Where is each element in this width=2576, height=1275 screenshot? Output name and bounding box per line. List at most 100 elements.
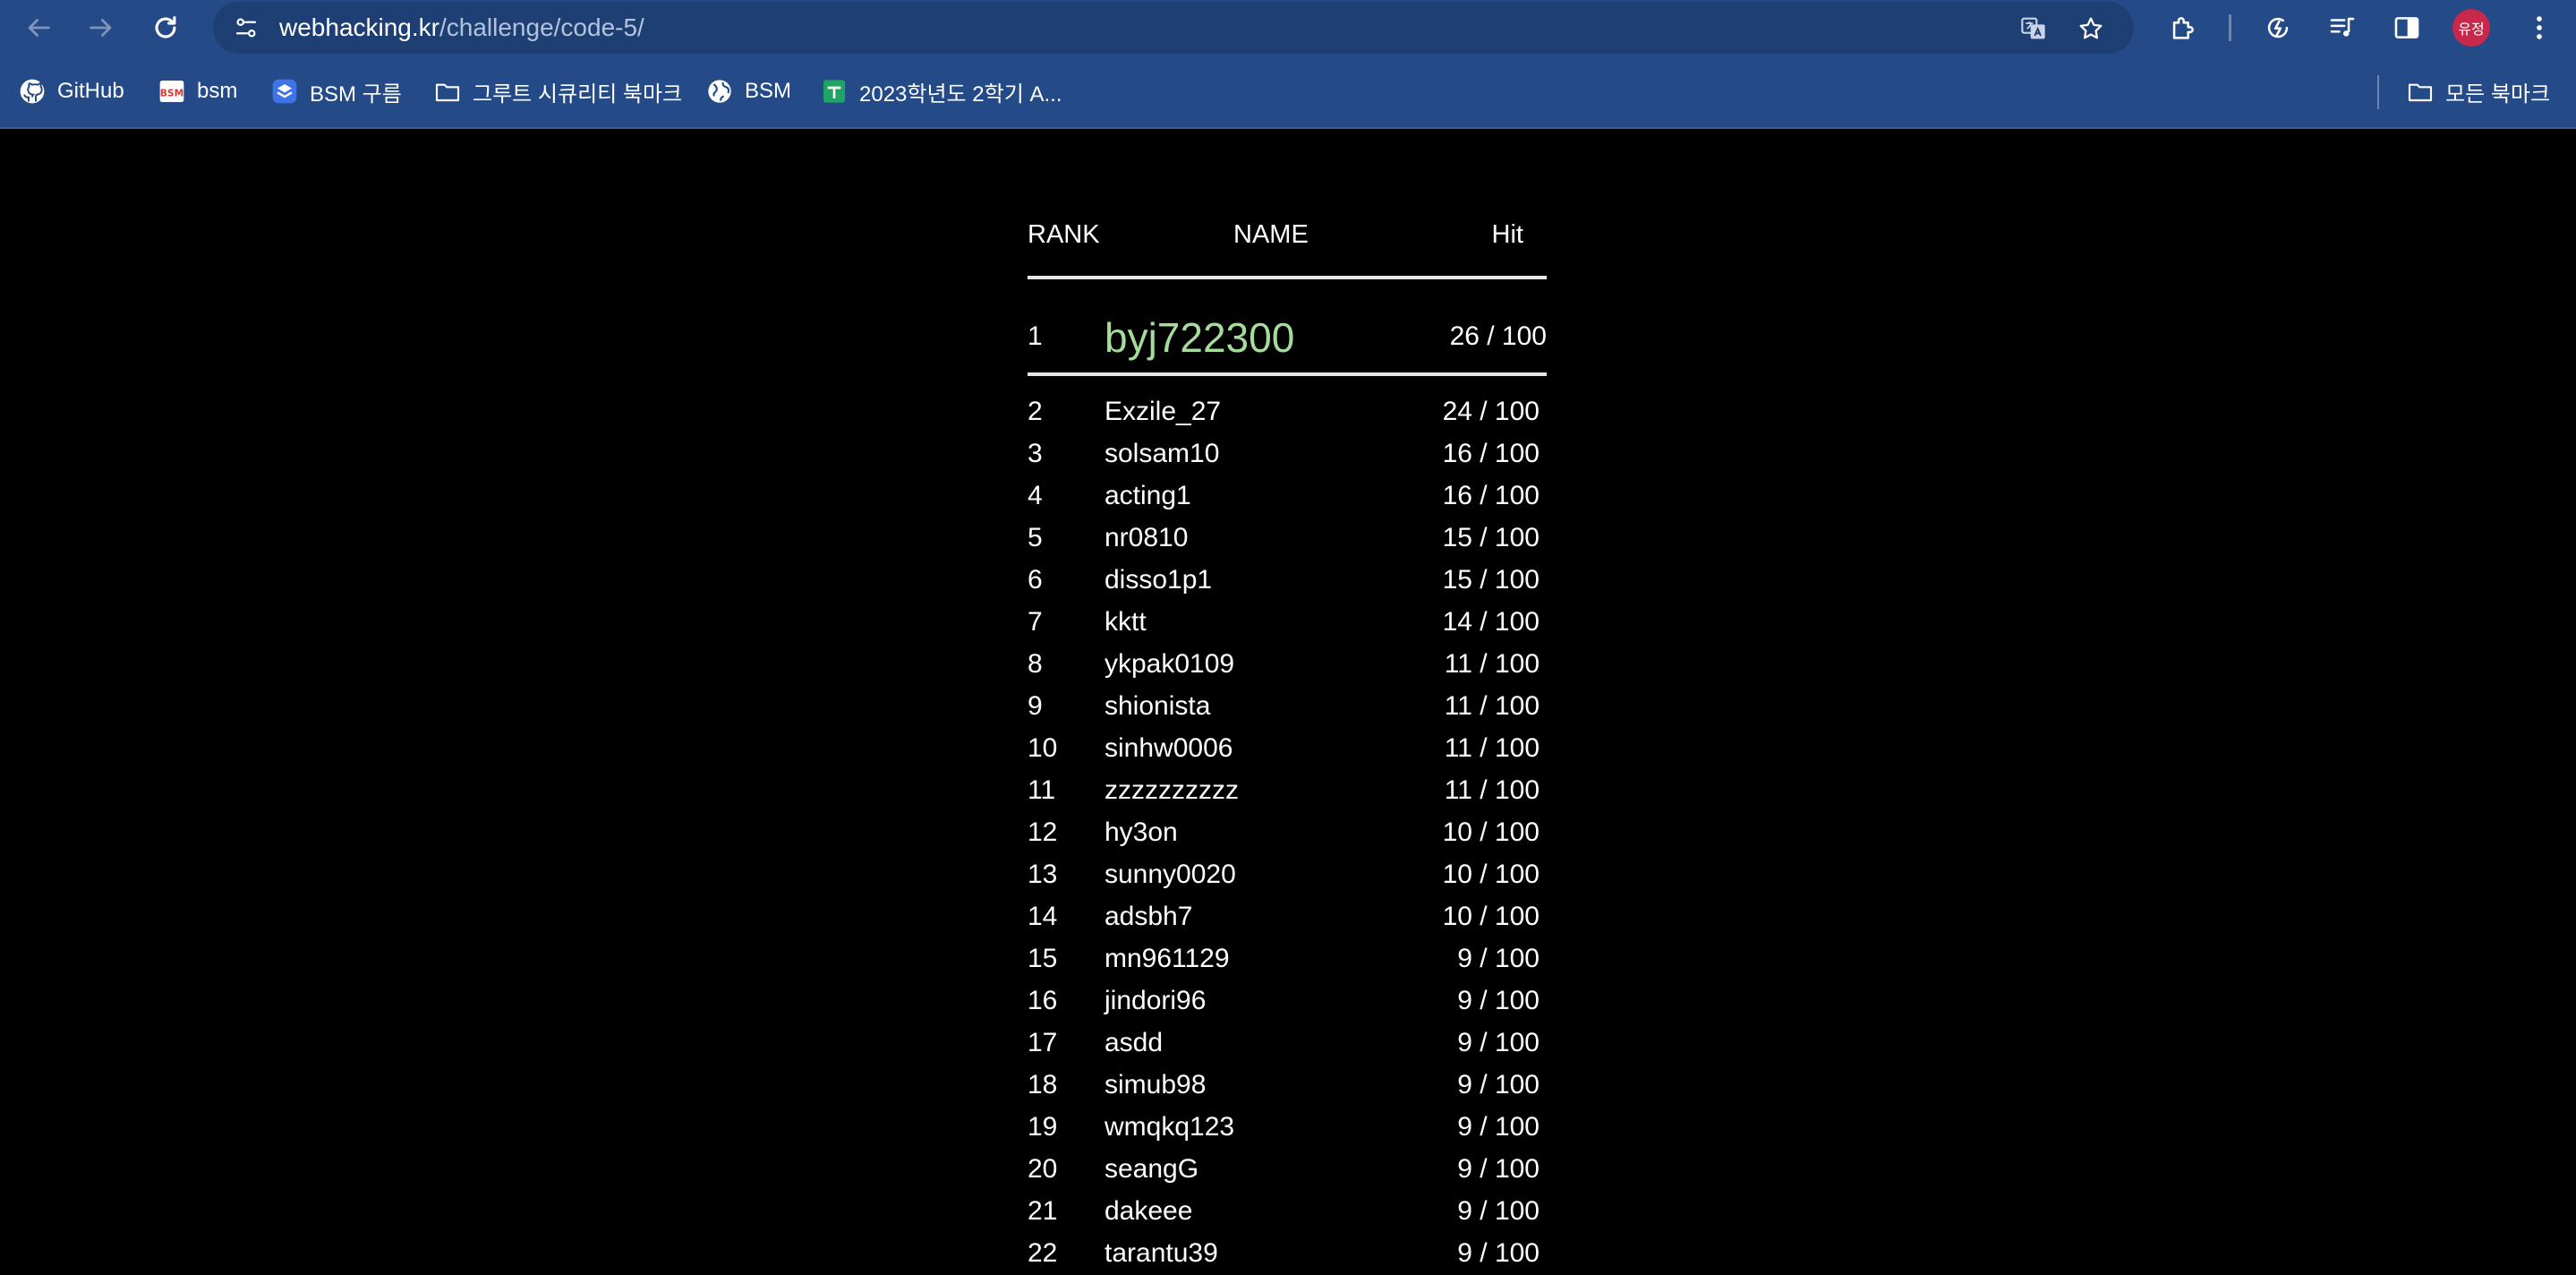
name-cell: Exzile_27 — [1105, 397, 1222, 426]
media-controls-button[interactable] — [2324, 9, 2361, 47]
browser-menu-button[interactable] — [2521, 9, 2558, 47]
hit-cell: 11 / 100 — [1444, 733, 1540, 763]
performance-button[interactable] — [2259, 9, 2297, 47]
goorm-icon — [270, 77, 299, 106]
hit-cell: 11 / 100 — [1444, 775, 1540, 805]
browser-toolbar: webhacking.kr/challenge/code-5/ 유정 — [0, 0, 2576, 56]
page-content: RANK NAME Hit 1 byj722300 26 / 100 2 Exzi… — [0, 129, 2576, 1275]
bookmark-bsm-lower[interactable]: BSM bsm — [158, 75, 237, 107]
table-row: 3 solsam10 16 / 100 — [1028, 432, 1547, 475]
table-row: 10 sinhw0006 11 / 100 — [1028, 727, 1547, 769]
table-row: 7 kktt 14 / 100 — [1028, 601, 1547, 643]
more-vertical-icon — [2537, 16, 2542, 39]
top-rank-row: 1 byj722300 26 / 100 — [1028, 278, 1547, 376]
hit-cell: 9 / 100 — [1457, 1238, 1540, 1268]
url-path: /challenge/code-5/ — [439, 13, 644, 41]
name-cell: kktt — [1105, 607, 1147, 637]
bookmark-github[interactable]: GitHub — [18, 75, 124, 107]
playlist-icon — [2330, 17, 2355, 37]
rank-cell: 21 — [1028, 1196, 1058, 1226]
name-cell: mn961129 — [1105, 944, 1230, 973]
hit-cell: 16 / 100 — [1442, 481, 1540, 510]
hit-cell: 10 / 100 — [1442, 902, 1540, 931]
folder-icon — [433, 77, 462, 106]
translate-icon — [2021, 17, 2045, 39]
rank-cell: 16 — [1028, 986, 1058, 1015]
site-info-button[interactable] — [227, 9, 265, 47]
bsm-favicon-icon: BSM — [158, 77, 186, 106]
bookmarks-separator — [2377, 75, 2379, 109]
bookmark-star-button[interactable] — [2073, 11, 2109, 47]
rank-cell: 10 — [1028, 733, 1058, 763]
rank-cell: 4 — [1028, 481, 1043, 510]
bookmark-bsm-upper[interactable]: BSM — [705, 75, 791, 107]
bookmark-label: BSM 구름 — [310, 81, 402, 107]
ranking-rows: 2 Exzile_27 24 / 100 3 solsam10 16 / 100 4 acti… — [1028, 374, 1547, 1274]
arrow-right-icon — [90, 19, 112, 37]
hit-cell: 10 / 100 — [1442, 817, 1540, 847]
header-hit: Hit — [1491, 220, 1523, 249]
name-cell: sunny0020 — [1105, 860, 1236, 889]
extensions-button[interactable] — [2164, 9, 2202, 47]
hit-cell: 15 / 100 — [1442, 523, 1540, 552]
tune-icon — [235, 18, 257, 38]
bookmark-sheet-2023[interactable]: 2023학년도 2학기 A... — [820, 75, 1062, 107]
reload-button[interactable] — [145, 7, 186, 48]
translate-button[interactable] — [2016, 11, 2051, 47]
bookmark-label: GitHub — [57, 79, 124, 103]
url-text[interactable]: webhacking.kr/challenge/code-5/ — [279, 13, 644, 42]
back-button[interactable] — [18, 7, 59, 48]
table-row: 16 jindori96 9 / 100 — [1028, 980, 1547, 1022]
table-row: 22 tarantu39 9 / 100 — [1028, 1232, 1547, 1274]
bookmark-label: 2023학년도 2학기 A... — [859, 81, 1062, 107]
svg-text:BSM: BSM — [160, 87, 183, 98]
name-cell: jindori96 — [1105, 986, 1207, 1015]
hit-cell: 9 / 100 — [1457, 944, 1540, 973]
hit-cell: 9 / 100 — [1457, 1028, 1540, 1057]
address-bar[interactable]: webhacking.kr/challenge/code-5/ — [213, 2, 2134, 54]
name-cell: wmqkq123 — [1105, 1112, 1235, 1142]
top-rank-hit: 26 / 100 — [1449, 321, 1547, 351]
rank-cell: 18 — [1028, 1070, 1058, 1100]
hit-cell: 10 / 100 — [1442, 860, 1540, 889]
rank-cell: 15 — [1028, 944, 1058, 973]
table-row: 2 Exzile_27 24 / 100 — [1028, 390, 1547, 432]
reload-icon — [155, 16, 176, 39]
table-row: 12 hy3on 10 / 100 — [1028, 811, 1547, 853]
bookmark-groot-folder[interactable]: 그루트 시큐리티 북마크 — [433, 75, 682, 107]
forward-button[interactable] — [81, 7, 122, 48]
rank-cell: 2 — [1028, 397, 1043, 426]
toolbar-separator — [2229, 14, 2231, 41]
all-bookmarks-folder[interactable]: 모든 북마크 — [2406, 75, 2550, 107]
table-row: 9 shionista 11 / 100 — [1028, 685, 1547, 727]
folder-icon — [2406, 77, 2435, 106]
url-host: webhacking.kr — [279, 13, 439, 41]
top-rank-number: 1 — [1028, 321, 1043, 351]
table-row: 4 acting1 16 / 100 — [1028, 475, 1547, 517]
rank-cell: 3 — [1028, 439, 1043, 468]
name-cell: acting1 — [1105, 481, 1191, 510]
rank-cell: 9 — [1028, 691, 1043, 721]
header-rank: RANK — [1028, 220, 1100, 249]
bookmark-label: 그루트 시큐리티 북마크 — [473, 81, 683, 107]
hit-cell: 16 / 100 — [1442, 439, 1540, 468]
name-cell: simub98 — [1105, 1070, 1207, 1100]
hit-cell: 11 / 100 — [1444, 691, 1540, 721]
arrow-left-icon — [28, 19, 50, 37]
table-row: 6 disso1p1 15 / 100 — [1028, 559, 1547, 601]
ranking-header: RANK NAME Hit — [1028, 129, 1547, 279]
hit-cell: 9 / 100 — [1457, 1154, 1540, 1184]
sheets-icon — [820, 77, 849, 106]
name-cell: tarantu39 — [1105, 1238, 1218, 1268]
table-row: 5 nr0810 15 / 100 — [1028, 517, 1547, 559]
rank-cell: 11 — [1028, 775, 1056, 805]
globe-icon — [705, 77, 734, 106]
profile-avatar[interactable]: 유정 — [2452, 9, 2490, 47]
side-panel-button[interactable] — [2388, 9, 2426, 47]
star-icon — [2079, 17, 2103, 39]
table-row: 15 mn961129 9 / 100 — [1028, 937, 1547, 980]
bookmark-bsm-goorm[interactable]: BSM 구름 — [270, 75, 402, 107]
github-icon — [18, 77, 47, 106]
ranking-table: RANK NAME Hit 1 byj722300 26 / 100 2 Exzi… — [1028, 129, 1547, 1274]
hit-cell: 24 / 100 — [1442, 397, 1540, 426]
